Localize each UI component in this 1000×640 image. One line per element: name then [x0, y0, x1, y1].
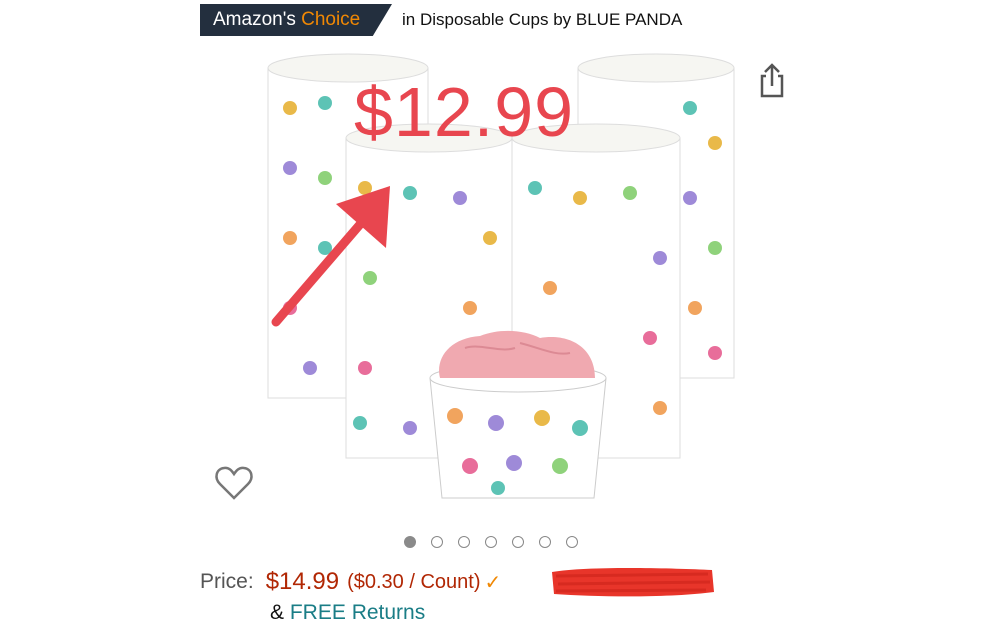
share-button[interactable] [756, 62, 788, 98]
returns-prefix: & [270, 601, 285, 624]
share-icon [760, 63, 784, 98]
price-amount: $14.99 [265, 568, 340, 595]
returns-row: & FREE Returns [270, 601, 425, 625]
overlay-price: $12.99 [354, 73, 575, 151]
wishlist-button[interactable] [214, 464, 254, 502]
carousel-dots[interactable] [404, 536, 578, 548]
price-label: Price: [200, 570, 254, 593]
choice-category: in Disposable Cups by BLUE PANDA [402, 10, 683, 29]
carousel-dot[interactable] [404, 536, 416, 548]
carousel-dot[interactable] [458, 536, 470, 548]
annotation-arrow-icon [271, 186, 390, 327]
carousel-dot[interactable] [485, 536, 497, 548]
badge-choice: Choice [301, 9, 361, 30]
front-cup [429, 363, 607, 499]
checkmark-icon: ✓ [484, 571, 502, 594]
amazons-choice-badge[interactable]: Amazon's Choice [200, 4, 392, 36]
carousel-dot[interactable] [566, 536, 578, 548]
redaction-scribble [552, 568, 714, 597]
carousel-dot[interactable] [512, 536, 524, 548]
carousel-dot[interactable] [431, 536, 443, 548]
free-returns-link[interactable]: FREE Returns [290, 601, 425, 624]
carousel-dot[interactable] [539, 536, 551, 548]
price-row: Price: $14.99 ($0.30 / Count) ✓ [200, 565, 501, 599]
badge-prefix: Amazon's [213, 9, 296, 30]
unit-price: ($0.30 / Count) [347, 570, 481, 593]
heart-icon [215, 466, 253, 500]
